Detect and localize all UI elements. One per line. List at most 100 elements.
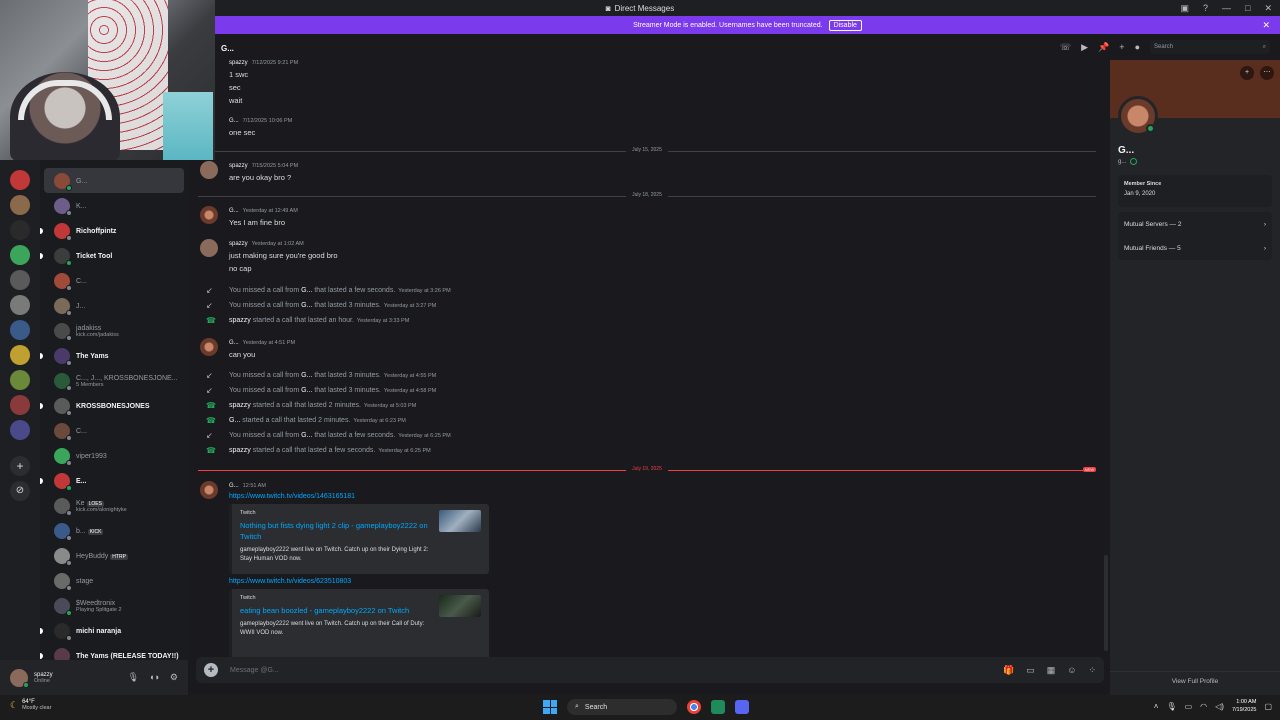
video-call-icon[interactable]: ▶ <box>1081 42 1088 53</box>
dm-list-item[interactable]: C... <box>44 268 184 293</box>
pinned-messages-icon[interactable]: 📌 <box>1098 42 1109 53</box>
dm-list-item[interactable]: b... KICK <box>44 518 184 543</box>
message-input[interactable]: Message @G... <box>230 667 279 674</box>
chrome-icon[interactable] <box>687 700 701 714</box>
status-dot-icon <box>66 609 72 616</box>
close-banner-icon[interactable]: ✕ <box>1262 20 1270 31</box>
server-icon[interactable] <box>10 420 30 440</box>
message-avatar[interactable] <box>200 338 218 356</box>
message-avatar[interactable] <box>200 161 218 179</box>
dm-name: Richoffpintz <box>76 228 117 235</box>
message-avatar[interactable] <box>200 481 218 499</box>
user-tag-badge: KICK <box>87 529 104 535</box>
maximize-button[interactable]: □ <box>1245 3 1250 13</box>
wifi-icon[interactable]: ◠ <box>1200 702 1207 711</box>
windows-start-icon[interactable] <box>543 700 557 714</box>
apps-icon[interactable]: ⁘ <box>1088 665 1096 676</box>
chevron-up-icon[interactable]: ˄ <box>1154 702 1159 711</box>
clock[interactable]: 1:00 AM 7/19/2025 <box>1232 698 1256 714</box>
upload-plus-icon[interactable]: + <box>204 663 218 677</box>
voice-call-icon[interactable]: ☏ <box>1060 42 1071 53</box>
dm-list-item[interactable]: Ticket Tool <box>40 243 184 268</box>
dm-list-item[interactable]: jadakiss kick.com/jadakiss <box>44 318 184 343</box>
search-icon: ⌕ <box>575 703 579 710</box>
notification-icon[interactable]: ▢ <box>1264 702 1272 711</box>
server-icon[interactable] <box>10 195 30 215</box>
dm-list-item[interactable]: C... <box>44 418 184 443</box>
embed-thumbnail[interactable] <box>439 595 481 617</box>
inbox-icon[interactable]: ▣ <box>1180 3 1189 14</box>
headphones-icon[interactable]: ◖◗ <box>149 672 160 683</box>
microphone-icon[interactable]: 🎙 <box>1166 702 1176 711</box>
more-options-icon[interactable]: ⋯ <box>1260 66 1274 80</box>
user-profile-icon[interactable]: ● <box>1135 42 1140 52</box>
app-icon[interactable] <box>711 700 725 714</box>
dm-list-item[interactable]: stage <box>44 568 184 593</box>
settings-gear-icon[interactable]: ⚙ <box>170 672 178 683</box>
sticker-icon[interactable]: ▦ <box>1047 665 1056 676</box>
add-friend-icon[interactable]: + <box>1240 66 1254 80</box>
user-avatar[interactable] <box>10 668 29 688</box>
unread-indicator <box>40 627 43 634</box>
message-avatar[interactable] <box>200 239 218 257</box>
server-icon[interactable] <box>10 295 30 315</box>
help-icon[interactable]: ? <box>1203 3 1208 13</box>
microphone-icon[interactable]: 🎙 <box>128 672 139 683</box>
emoji-icon[interactable]: ☺ <box>1067 665 1076 676</box>
message-composer[interactable]: + Message @G... 🎁 ▭ ▦ ☺ ⁘ <box>196 657 1104 683</box>
dm-list-item[interactable]: K... <box>44 193 184 218</box>
weather-widget[interactable]: ☾ 64°F Mostly clear <box>10 699 51 711</box>
message-link[interactable]: https://www.twitch.tv/videos/1463165181 <box>229 493 355 500</box>
dm-avatar <box>54 422 72 441</box>
discover-icon[interactable]: ⊘ <box>10 481 30 501</box>
server-icon[interactable] <box>10 395 30 415</box>
server-icon[interactable] <box>10 345 30 365</box>
message-header: G... Yesterday at 4:51 PM <box>229 340 296 346</box>
message-avatar[interactable] <box>200 206 218 224</box>
gif-icon[interactable]: ▭ <box>1026 665 1035 676</box>
dm-list-item[interactable]: HeyBuddy HTRP <box>44 543 184 568</box>
dm-list-item[interactable]: C..., J..., KROSSBONESJONE... 5 Members <box>44 368 184 393</box>
server-icon[interactable] <box>10 245 30 265</box>
dm-list-item[interactable]: Ke LOES kick.com/alonightyke <box>44 493 184 518</box>
add-server-icon[interactable]: + <box>10 456 30 476</box>
minimize-button[interactable]: — <box>1222 3 1231 13</box>
dm-name: E... <box>76 478 87 485</box>
unread-indicator <box>40 227 43 234</box>
volume-icon[interactable]: ◁) <box>1215 702 1224 711</box>
dm-list-item[interactable]: viper1993 <box>44 443 184 468</box>
dm-list-item[interactable]: Richoffpintz <box>40 218 184 243</box>
view-full-profile-link[interactable]: View Full Profile <box>1110 671 1280 691</box>
scrollbar[interactable] <box>1104 555 1108 651</box>
message-link[interactable]: https://www.twitch.tv/videos/623510803 <box>229 578 351 585</box>
server-icon[interactable] <box>10 370 30 390</box>
dm-list-item[interactable]: J... <box>44 293 184 318</box>
server-icon[interactable] <box>10 220 30 240</box>
server-icon[interactable] <box>10 320 30 340</box>
gift-icon[interactable]: 🎁 <box>1003 665 1014 676</box>
embed-title[interactable]: Nothing but fists dying light 2 clip - g… <box>240 520 430 542</box>
dm-list-item[interactable]: $Weedtronix Playing Splitgate 2 <box>44 593 184 618</box>
dm-list-item[interactable]: The Yams <box>40 343 184 368</box>
status-dot-icon <box>66 384 72 391</box>
server-icon[interactable] <box>10 270 30 290</box>
disable-streamer-mode-button[interactable]: Disable <box>828 19 862 31</box>
embed-title[interactable]: eating bean boozled - gameplayboy2222 on… <box>240 605 430 616</box>
dm-list-item[interactable]: G... <box>44 168 184 193</box>
dm-list-item[interactable]: KROSSBONESJONES <box>40 393 184 418</box>
search-input[interactable]: Search ⌕ <box>1150 40 1270 54</box>
dm-list-item[interactable]: E... <box>40 468 184 493</box>
taskbar-search[interactable]: ⌕ Search <box>567 699 677 715</box>
discord-app-icon[interactable] <box>735 700 749 714</box>
status-dot-icon <box>66 434 72 441</box>
monitor-icon[interactable]: ▭ <box>1185 702 1193 711</box>
mutual-friends-row[interactable]: Mutual Friends — 5 › <box>1118 236 1272 260</box>
profile-avatar[interactable] <box>1118 96 1158 136</box>
embed-thumbnail[interactable] <box>439 510 481 532</box>
server-icon[interactable] <box>10 170 30 190</box>
add-friends-to-dm-icon[interactable]: + <box>1119 42 1124 52</box>
dm-list-item[interactable]: michi naranja <box>40 618 184 643</box>
close-window-button[interactable]: ✕ <box>1264 3 1272 14</box>
dm-name: The Yams <box>76 353 109 360</box>
mutual-servers-row[interactable]: Mutual Servers — 2 › <box>1118 212 1272 236</box>
